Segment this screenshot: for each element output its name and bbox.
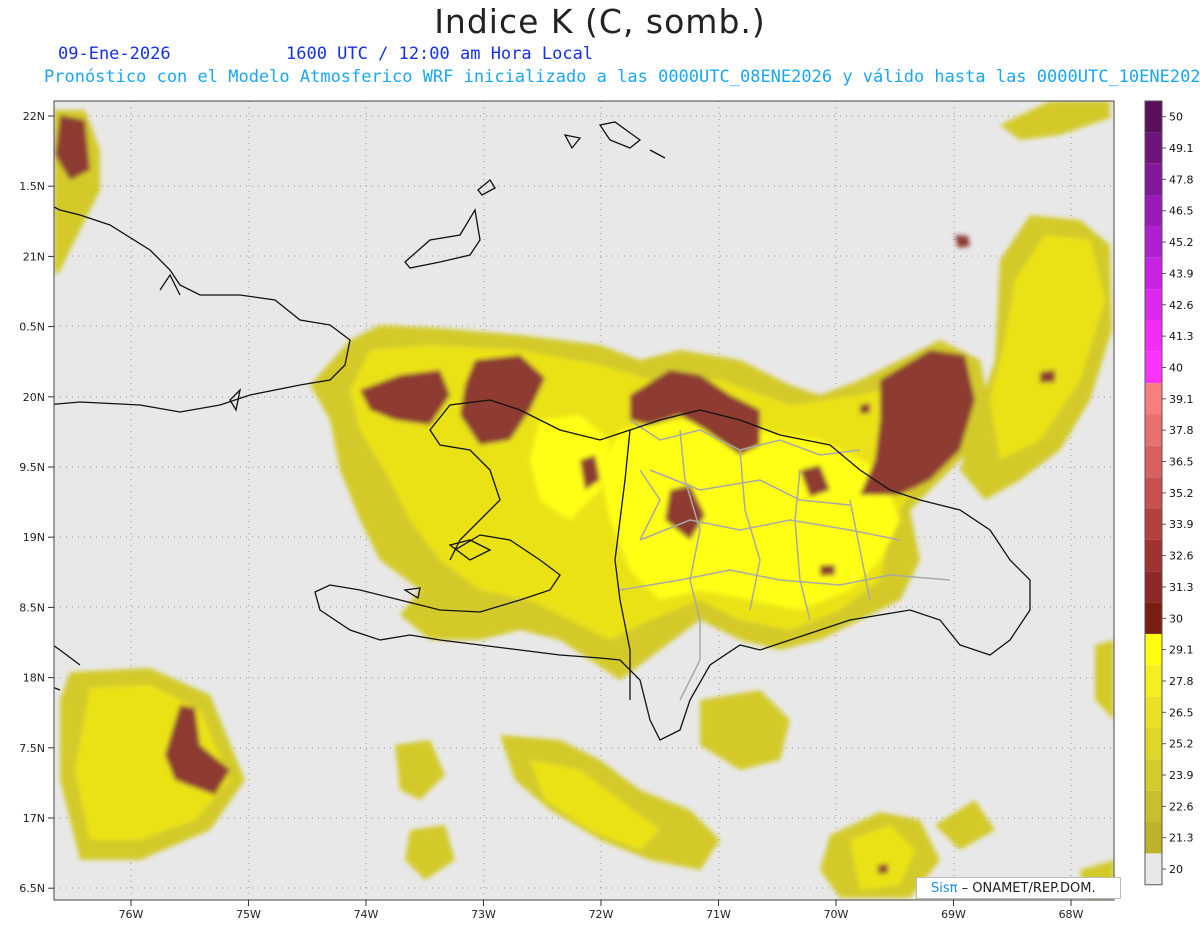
colorbar-swatch: [1145, 790, 1162, 823]
colorbar-label: 22.6: [1169, 800, 1194, 813]
colorbar-label: 40: [1169, 361, 1183, 374]
k-index-map: 22N 1.5N 21N 0.5N 20N 9.5N 19N 8.5N 18N 7.5N 17N 6.…: [19, 100, 1194, 921]
colorbar-label: 31.3: [1169, 581, 1194, 594]
lon-label: 71W: [706, 908, 731, 921]
colorbar-swatch: [1145, 728, 1162, 760]
colorbar-label: 42.6: [1169, 299, 1194, 312]
lat-label: 8.5N: [19, 601, 45, 614]
colorbar-label: 30: [1169, 612, 1183, 625]
colorbar-swatch: [1145, 696, 1162, 728]
lat-label: 7.5N: [19, 742, 45, 755]
lat-label: 0.5N: [19, 321, 45, 334]
lon-label: 75W: [236, 908, 261, 921]
lon-label: 76W: [119, 908, 144, 921]
colorbar-label: 36.5: [1169, 456, 1194, 469]
lon-label: 74W: [354, 908, 379, 921]
colorbar-label: 25.2: [1169, 738, 1194, 751]
colorbar-swatch: [1145, 195, 1162, 227]
colorbar-label: 50: [1169, 111, 1183, 124]
colorbar-label: 21.3: [1169, 832, 1194, 845]
colorbar-swatch: [1145, 759, 1162, 791]
colorbar-swatch: [1145, 539, 1162, 572]
colorbar-label: 32.6: [1169, 550, 1194, 563]
colorbar-label: 35.2: [1169, 487, 1194, 500]
lat-label: 19N: [23, 531, 45, 544]
colorbar-label: 39.1: [1169, 393, 1194, 406]
lat-label: 17N: [23, 812, 45, 825]
colorbar-label: 45.2: [1169, 236, 1194, 249]
colorbar-label: 47.8: [1169, 173, 1194, 186]
lat-label: 21N: [23, 250, 45, 263]
lat-label: 6.5N: [19, 882, 45, 895]
colorbar-swatch: [1145, 602, 1162, 634]
colorbar-label: 46.5: [1169, 205, 1194, 218]
credit-brand: Sisπ: [931, 881, 958, 896]
lat-label: 20N: [23, 391, 45, 404]
lat-label: 9.5N: [19, 461, 45, 474]
colorbar-swatch: [1145, 477, 1162, 509]
colorbar-label: 37.8: [1169, 424, 1194, 437]
lon-label: 73W: [471, 908, 496, 921]
colorbar-label: 26.5: [1169, 706, 1194, 719]
lon-label: 70W: [824, 908, 849, 921]
lat-label: 1.5N: [19, 180, 45, 193]
colorbar-swatch: [1145, 633, 1162, 666]
colorbar-swatch: [1145, 132, 1162, 164]
colorbar-label: 27.8: [1169, 675, 1194, 688]
colorbar-swatch: [1145, 163, 1162, 196]
colorbar: 50 49.1 47.8 46.5 45.2 43.9 42.6 41.3 40 39.1 37.8…: [1144, 100, 1194, 886]
colorbar-swatch: [1145, 257, 1162, 290]
colorbar-swatch: [1145, 665, 1162, 697]
colorbar-swatch: [1145, 571, 1162, 603]
colorbar-swatch: [1145, 320, 1162, 352]
lon-label: 72W: [589, 908, 614, 921]
credit-text: – ONAMET/REP.DOM.: [961, 881, 1096, 896]
colorbar-swatch: [1145, 445, 1162, 478]
colorbar-swatch: [1145, 853, 1162, 885]
colorbar-label: 29.1: [1169, 644, 1194, 657]
colorbar-swatch: [1145, 414, 1162, 446]
colorbar-swatch: [1145, 508, 1162, 540]
colorbar-swatch: [1145, 101, 1162, 133]
lat-label: 22N: [23, 110, 45, 123]
lat-label: 18N: [23, 672, 45, 685]
colorbar-swatch: [1145, 289, 1162, 321]
latitude-labels: 22N 1.5N 21N 0.5N 20N 9.5N 19N 8.5N 18N 7.5N 17N 6.…: [19, 110, 54, 895]
colorbar-label: 43.9: [1169, 267, 1194, 280]
colorbar-label: 33.9: [1169, 518, 1194, 531]
lon-label: 68W: [1059, 908, 1084, 921]
colorbar-swatch: [1145, 226, 1162, 258]
colorbar-swatch: [1145, 822, 1162, 854]
credit-box: Sisπ – ONAMET/REP.DOM.: [916, 877, 1121, 899]
longitude-labels: 76W 75W 74W 73W 72W 71W 70W 69W 68W: [119, 900, 1084, 921]
colorbar-label: 49.1: [1169, 142, 1194, 155]
colorbar-label: 23.9: [1169, 769, 1194, 782]
colorbar-label: 20: [1169, 863, 1183, 876]
colorbar-swatch: [1145, 383, 1162, 415]
lon-label: 69W: [941, 908, 966, 921]
colorbar-swatch: [1145, 351, 1162, 384]
colorbar-label: 41.3: [1169, 330, 1194, 343]
